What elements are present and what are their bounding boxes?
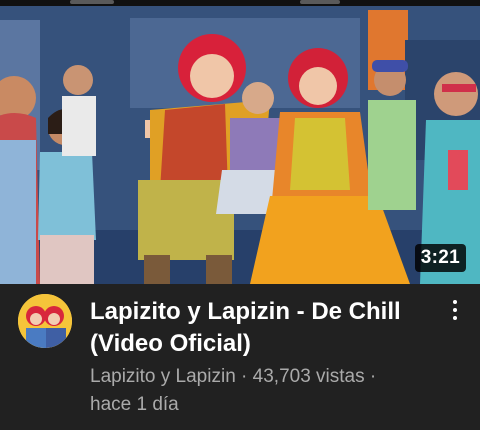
top-edge [0, 0, 480, 6]
video-meta: Lapizito y Lapizin - De Chill (Video Ofi… [0, 284, 480, 430]
channel-name[interactable]: Lapizito y Lapizin [90, 366, 236, 387]
avatar-image [18, 294, 72, 348]
thumbnail-scene [0, 0, 480, 284]
meta-separator: · [364, 366, 377, 387]
upload-age: hace 1 día [90, 394, 179, 415]
duration-badge: 3:21 [414, 244, 466, 272]
video-card[interactable]: 3:21 Lapizito y Lapizin - De Chill (Vide… [0, 0, 480, 430]
video-thumbnail[interactable]: 3:21 [0, 0, 480, 284]
more-vert-icon[interactable] [448, 300, 462, 324]
meta-separator: · [235, 366, 253, 387]
top-edge-segment [70, 0, 114, 4]
channel-and-views: Lapizito y Lapizin · 43,703 vistas · [90, 364, 460, 390]
channel-avatar[interactable] [18, 294, 72, 348]
video-title[interactable]: Lapizito y Lapizin - De Chill (Video Ofi… [90, 296, 430, 360]
view-count: 43,703 vistas [252, 366, 365, 387]
top-edge-segment [300, 0, 340, 4]
